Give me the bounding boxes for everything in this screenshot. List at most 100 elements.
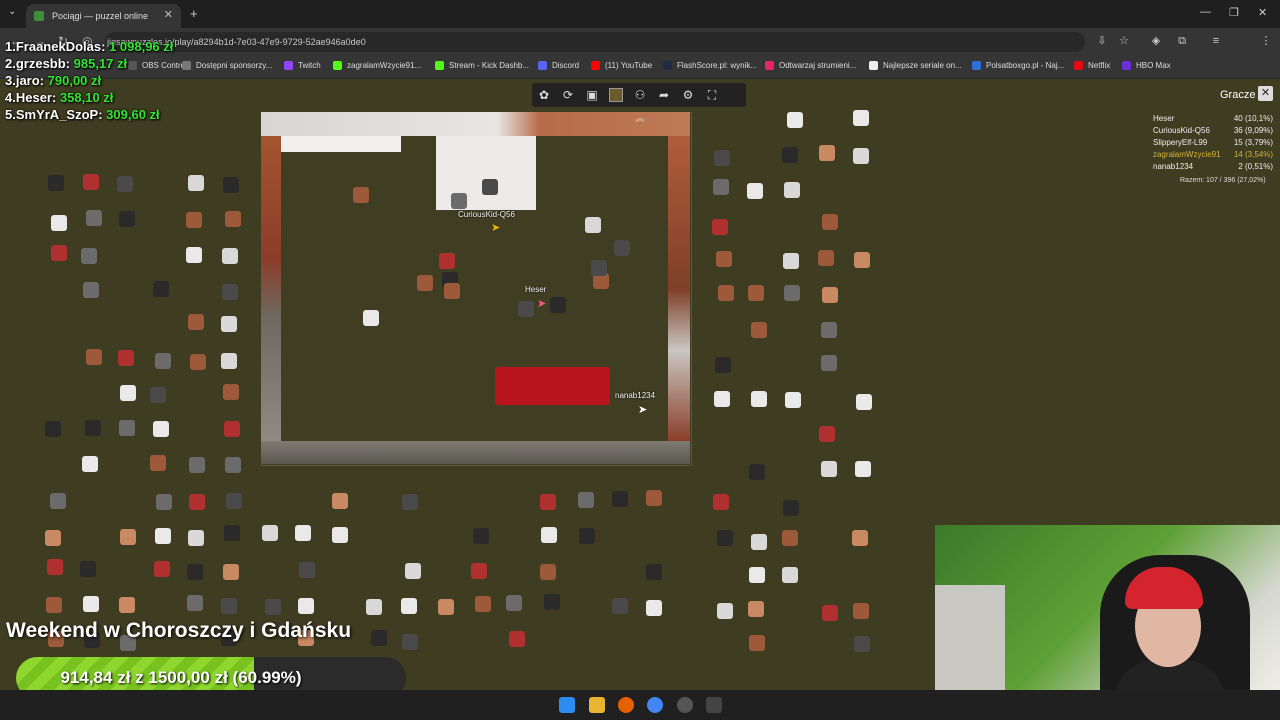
- puzzle-piece[interactable]: [782, 530, 799, 547]
- puzzle-piece[interactable]: [550, 297, 567, 314]
- puzzle-piece[interactable]: [154, 560, 171, 577]
- puzzle-piece[interactable]: [712, 219, 729, 236]
- puzzle-piece[interactable]: [48, 174, 65, 191]
- puzzle-piece[interactable]: [541, 526, 558, 543]
- puzzle-piece[interactable]: [265, 598, 282, 615]
- puzzle-piece[interactable]: [187, 175, 204, 192]
- puzzle-piece[interactable]: [645, 599, 662, 616]
- url-field[interactable]: jigsawpuzzles.io/play/a8294b1d-7e03-47e9…: [105, 32, 1085, 52]
- puzzle-piece[interactable]: [822, 214, 839, 231]
- puzzle-piece[interactable]: [505, 595, 522, 612]
- puzzle-piece[interactable]: [118, 419, 135, 436]
- bookmark-item[interactable]: Netflix: [1074, 61, 1110, 70]
- puzzle-piece[interactable]: [222, 248, 239, 265]
- puzzle-piece[interactable]: [853, 110, 870, 127]
- puzzle-piece[interactable]: [717, 284, 734, 301]
- puzzle-piece[interactable]: [717, 602, 734, 619]
- bookmark-item[interactable]: HBO Max: [1122, 61, 1171, 70]
- install-app-icon[interactable]: ⇩: [1096, 35, 1108, 47]
- puzzle-piece[interactable]: [751, 534, 768, 551]
- puzzle-piece[interactable]: [782, 146, 799, 163]
- puzzle-piece[interactable]: [818, 426, 835, 443]
- puzzle-piece[interactable]: [45, 529, 62, 546]
- puzzle-piece[interactable]: [84, 419, 101, 436]
- puzzle-piece[interactable]: [585, 217, 602, 234]
- puzzle-piece[interactable]: [749, 463, 766, 480]
- puzzle-piece[interactable]: [437, 599, 454, 616]
- puzzle-piece[interactable]: [119, 385, 136, 401]
- minimize-icon[interactable]: —: [1200, 6, 1211, 18]
- puzzle-piece[interactable]: [540, 493, 557, 510]
- puzzle-piece[interactable]: [220, 598, 237, 615]
- share-icon[interactable]: ➦: [652, 83, 676, 107]
- puzzle-piece[interactable]: [714, 356, 731, 373]
- close-window-icon[interactable]: ✕: [1258, 6, 1267, 19]
- bookmark-item[interactable]: Polsatboxgo.pl - Naj...: [972, 61, 1064, 70]
- puzzle-piece[interactable]: [747, 182, 764, 199]
- puzzle-piece[interactable]: [150, 387, 167, 404]
- puzzle-piece[interactable]: [365, 598, 382, 615]
- puzzle-piece[interactable]: [853, 147, 870, 164]
- puzzle-piece[interactable]: [224, 421, 241, 438]
- background-color-button[interactable]: [604, 83, 628, 107]
- puzzle-piece[interactable]: [645, 490, 662, 506]
- puzzle-piece[interactable]: [482, 178, 499, 195]
- puzzle-piece[interactable]: [50, 245, 67, 262]
- fullscreen-icon[interactable]: ⛶: [700, 83, 724, 107]
- puzzle-piece[interactable]: [714, 390, 731, 407]
- shuffle-icon[interactable]: ⟳: [556, 83, 580, 107]
- puzzle-piece[interactable]: [473, 527, 489, 544]
- puzzle-piece[interactable]: [80, 561, 97, 578]
- bookmark-item[interactable]: Odtwarzaj strumieni...: [765, 61, 856, 70]
- puzzle-piece[interactable]: [189, 493, 206, 510]
- puzzle-piece[interactable]: [117, 349, 134, 366]
- bookmark-item[interactable]: Twitch: [284, 61, 321, 70]
- file-explorer-icon[interactable]: [589, 697, 605, 713]
- puzzle-piece[interactable]: [119, 528, 136, 545]
- puzzle-piece[interactable]: [646, 563, 663, 580]
- puzzle-piece[interactable]: [401, 493, 418, 510]
- puzzle-piece[interactable]: [820, 321, 837, 338]
- puzzle-piece[interactable]: [83, 595, 100, 612]
- puzzle-piece[interactable]: [85, 210, 102, 227]
- puzzle-piece[interactable]: [119, 596, 136, 613]
- puzzle-piece[interactable]: [45, 421, 62, 438]
- maximize-icon[interactable]: ❐: [1229, 6, 1239, 19]
- close-tab-icon[interactable]: ✕: [164, 8, 173, 21]
- puzzle-piece[interactable]: [782, 567, 799, 584]
- puzzle-piece[interactable]: [783, 181, 800, 198]
- puzzle-piece[interactable]: [518, 300, 535, 317]
- bookmark-item[interactable]: Stream - Kick Dashb...: [435, 61, 529, 70]
- puzzle-piece[interactable]: [747, 600, 764, 617]
- puzzle-piece[interactable]: [221, 316, 238, 333]
- collapse-chevron-up-icon[interactable]: ︽: [632, 111, 648, 123]
- bookmark-item[interactable]: FlashScore.pl: wynik...: [663, 61, 757, 70]
- puzzle-piece[interactable]: [46, 559, 63, 576]
- puzzle-piece[interactable]: [152, 421, 169, 438]
- bookmark-item[interactable]: Najlepsze seriale on...: [869, 61, 962, 70]
- puzzle-piece[interactable]: [578, 527, 595, 544]
- puzzle-piece[interactable]: [782, 253, 799, 270]
- puzzle-piece[interactable]: [295, 524, 312, 541]
- bookmark-item[interactable]: Dostępni sponsorzy...: [182, 61, 272, 70]
- puzzle-piece[interactable]: [187, 595, 204, 612]
- puzzle-piece[interactable]: [416, 274, 433, 291]
- puzzle-piece[interactable]: [853, 635, 870, 652]
- tab-search-chevron-icon[interactable]: ⌄: [8, 6, 16, 17]
- puzzle-piece[interactable]: [821, 354, 838, 371]
- puzzle-piece[interactable]: [717, 529, 734, 546]
- puzzle-piece[interactable]: [50, 214, 67, 231]
- settings-gear-icon[interactable]: ⚙: [676, 83, 700, 107]
- puzzle-piece[interactable]: [150, 455, 167, 472]
- puzzle-piece[interactable]: [818, 145, 835, 162]
- puzzle-piece[interactable]: [751, 321, 768, 338]
- bookmark-item[interactable]: (11) YouTube: [591, 61, 652, 70]
- puzzle-piece[interactable]: [612, 490, 629, 507]
- puzzle-piece[interactable]: [749, 635, 766, 652]
- puzzle-piece[interactable]: [189, 354, 206, 371]
- puzzle-piece[interactable]: [856, 393, 873, 410]
- puzzle-piece[interactable]: [748, 566, 765, 583]
- windows-start-icon[interactable]: [559, 697, 575, 713]
- extension-icon[interactable]: ◈: [1150, 35, 1162, 47]
- puzzle-piece[interactable]: [751, 390, 768, 407]
